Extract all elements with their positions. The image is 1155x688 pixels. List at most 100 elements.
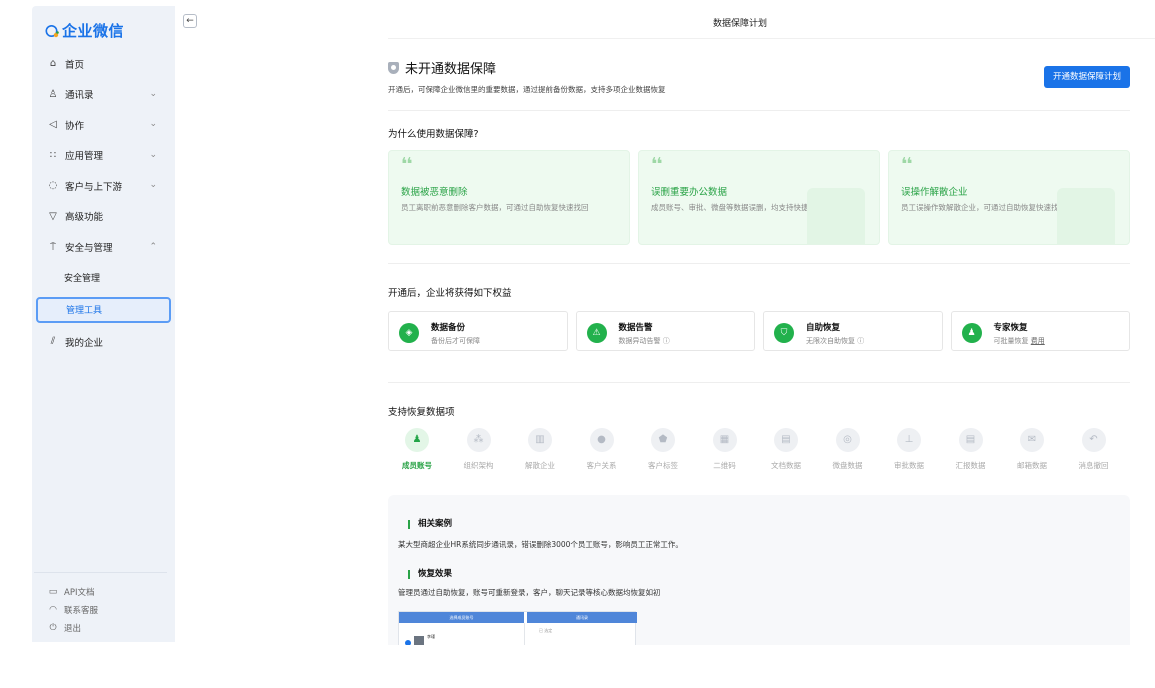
benefit-card: ⛉ 自助恢复 无限次自助恢复 ⓘ xyxy=(763,311,943,351)
recover-item[interactable]: ⬟ 客户标签 xyxy=(636,428,690,471)
recover-item-icon: ↶ xyxy=(1081,428,1106,452)
recover-item-icon: ⊥ xyxy=(897,428,921,452)
why-card-title: 数据被恶意删除 xyxy=(401,187,468,198)
back-button[interactable]: ← xyxy=(183,14,197,28)
recover-item-icon: ▦ xyxy=(712,428,737,452)
recover-item[interactable]: ▦ 二维码 xyxy=(698,428,752,471)
effect-text: 管理员通过自助恢复，账号可重新登录，客户，聊天记录等核心数据均恢复如初 xyxy=(398,588,661,597)
quote-icon: ❛❛ xyxy=(901,154,913,175)
sidebar-subitem-security-manage[interactable]: 安全管理 xyxy=(32,266,175,289)
recover-item[interactable]: ⁂ 组织架构 xyxy=(452,428,506,471)
why-card: ❛❛ 误删重要办公数据 成员账号、审批、微盘等数据误删，均支持快捷找回 xyxy=(638,150,880,245)
status-title: 未开通数据保障 xyxy=(405,62,497,77)
status-header: 未开通数据保障 xyxy=(388,58,496,77)
api-docs-label: API文档 xyxy=(64,588,95,598)
chevron-down-icon: ⌄ xyxy=(149,180,157,191)
sidebar-item-label: 管理工具 xyxy=(66,306,103,317)
sidebar-item-label: 高级功能 xyxy=(65,212,104,224)
customer-icon: ◌ xyxy=(48,180,58,192)
contacts-icon: ♙ xyxy=(48,88,58,100)
recover-item-icon: ⬟ xyxy=(651,428,675,452)
contact-support-link[interactable]: ◠ 联系客服 xyxy=(47,601,98,619)
effect-title: 恢复效果 xyxy=(408,570,452,579)
sidebar-item-my-company[interactable]: ⫽ 我的企业 xyxy=(32,330,175,353)
recover-item-icon: ◎ xyxy=(835,428,860,452)
sidebar-item-apps[interactable]: ∷ 应用管理 ⌄ xyxy=(32,144,175,167)
recover-item-label: 审批数据 xyxy=(894,461,924,470)
recover-item[interactable]: ▤ 文档数据 xyxy=(759,428,813,471)
collab-icon: ◁ xyxy=(49,119,57,131)
preview-selected-text: 已 选定 xyxy=(539,628,553,633)
sidebar-item-home[interactable]: ⌂ 首页 xyxy=(32,52,175,75)
why-cards: ❛❛ 数据被恶意删除 员工离职前恶意删除客户数据，可通过自助恢复快速找回 ❛❛ … xyxy=(388,150,1130,245)
benefit-desc-wrap: 可批量恢复 费用 xyxy=(994,336,1045,346)
recover-item[interactable]: ♟ 成员账号 xyxy=(390,428,444,471)
sidebar-footer: ▭ API文档 ◠ 联系客服 ⏻ 退出 xyxy=(47,583,98,637)
preview-header-left: 选择成员账号 xyxy=(399,612,524,623)
recover-item-label: 客户关系 xyxy=(586,461,617,470)
app-logo[interactable]: 企业微信 xyxy=(45,20,124,41)
recover-item[interactable]: ● 客户关系 xyxy=(575,428,629,471)
chevron-up-icon: ⌃ xyxy=(149,241,157,252)
recover-item-label: 消息撤回 xyxy=(1078,461,1109,470)
radio-icon xyxy=(405,640,411,645)
sidebar-divider xyxy=(34,572,167,573)
page-title: 数据保障计划 xyxy=(712,19,767,29)
app-logo-text: 企业微信 xyxy=(62,22,125,40)
benefit-desc[interactable]: 数据异动告警 ⓘ xyxy=(619,336,670,346)
recover-item-icon: ♟ xyxy=(405,428,429,452)
headset-icon: ◠ xyxy=(49,605,57,615)
open-plan-button[interactable]: 开通数据保障计划 xyxy=(1043,66,1130,88)
why-card-title: 误操作解散企业 xyxy=(901,187,968,198)
recover-item[interactable]: ✉ 邮箱数据 xyxy=(1005,428,1059,471)
api-docs-link[interactable]: ▭ API文档 xyxy=(47,583,98,601)
power-icon: ⏻ xyxy=(49,623,57,633)
sidebar-item-advanced[interactable]: ▽ 高级功能 xyxy=(32,205,175,228)
sidebar-item-label: 首页 xyxy=(65,59,85,71)
sidebar-item-security[interactable]: ⍑ 安全与管理 ⌃ xyxy=(32,236,175,259)
benefit-name: 专家恢复 xyxy=(993,323,1028,333)
contact-support-label: 联系客服 xyxy=(64,606,99,616)
recover-item[interactable]: ◎ 微盘数据 xyxy=(821,428,875,471)
document-icon: ▭ xyxy=(48,587,58,597)
benefit-desc[interactable]: 无限次自助恢复 ⓘ xyxy=(806,336,864,346)
why-card-desc: 员工离职前恶意删除客户数据，可通过自助恢复快速找回 xyxy=(401,203,589,212)
self-recovery-icon: ⛉ xyxy=(774,323,794,343)
benefit-name: 数据备份 xyxy=(431,323,466,333)
why-card: ❛❛ 误操作解散企业 员工误操作致解散企业，可通过自助恢复快速找回企业 xyxy=(888,150,1130,245)
recover-item-label: 组织架构 xyxy=(463,461,494,470)
recover-item-label: 二维码 xyxy=(713,461,736,470)
chevron-down-icon: ⌄ xyxy=(149,119,157,130)
recover-item[interactable]: ▤ 汇报数据 xyxy=(944,428,998,471)
benefits-section-title: 开通后，企业将获得如下权益 xyxy=(388,288,512,299)
sidebar-subitem-manage-tools[interactable]: 管理工具 xyxy=(36,296,171,323)
backup-icon: ◈ xyxy=(399,323,419,343)
alarm-icon: ⚠ xyxy=(586,323,607,343)
recover-item[interactable]: ▥ 解散企业 xyxy=(513,428,567,471)
section-divider xyxy=(388,263,1130,264)
why-card-title: 误删重要办公数据 xyxy=(651,187,728,198)
sidebar-item-label: 安全与管理 xyxy=(65,243,113,255)
sidebar-item-label: 协作 xyxy=(65,120,85,132)
shield-icon xyxy=(388,61,399,74)
recover-item[interactable]: ⊥ 审批数据 xyxy=(882,428,936,471)
benefit-card: ♟ 专家恢复 可批量恢复 费用 xyxy=(950,311,1130,351)
chevron-down-icon: ⌄ xyxy=(149,149,157,160)
benefit-name: 数据告警 xyxy=(618,323,653,333)
recover-item-icon: ⁂ xyxy=(466,428,491,452)
sidebar-item-customers[interactable]: ◌ 客户与上下游 ⌄ xyxy=(32,174,175,197)
sidebar-item-collab[interactable]: ◁ 协作 ⌄ xyxy=(32,113,175,136)
logout-label: 退出 xyxy=(64,624,82,634)
benefit-cards: ◈ 数据备份 备份后才可保障 ⚠ 数据告警 数据异动告警 ⓘ ⛉ 自助恢复 无限… xyxy=(388,311,1130,351)
recover-item[interactable]: ↶ 消息撤回 xyxy=(1067,428,1121,471)
recover-item-icon: ▤ xyxy=(958,428,983,452)
logout-link[interactable]: ⏻ 退出 xyxy=(47,619,98,637)
fee-link[interactable]: 费用 xyxy=(1031,337,1045,345)
recover-item-list: ♟ 成员账号 ⁂ 组织架构 ▥ 解散企业 ● 客户关系 ⬟ 客户标签 ▦ 二维码 ▤ 文档数据 ◎ 微盘数据 ⊥… xyxy=(388,428,1130,488)
recover-item-icon: ▤ xyxy=(774,428,798,452)
sidebar: 企业微信 ⌂ 首页 ♙ 通讯录 ⌄ ◁ 协作 ⌄ ∷ 应用管理 ⌄ ◌ 客户与上… xyxy=(32,6,175,642)
sidebar-item-contacts[interactable]: ♙ 通讯录 ⌄ xyxy=(32,83,175,106)
why-card: ❛❛ 数据被恶意删除 员工离职前恶意删除客户数据，可通过自助恢复快速找回 xyxy=(388,150,630,245)
recover-item-label: 汇报数据 xyxy=(955,461,986,470)
benefit-card: ⚠ 数据告警 数据异动告警 ⓘ xyxy=(575,311,755,351)
